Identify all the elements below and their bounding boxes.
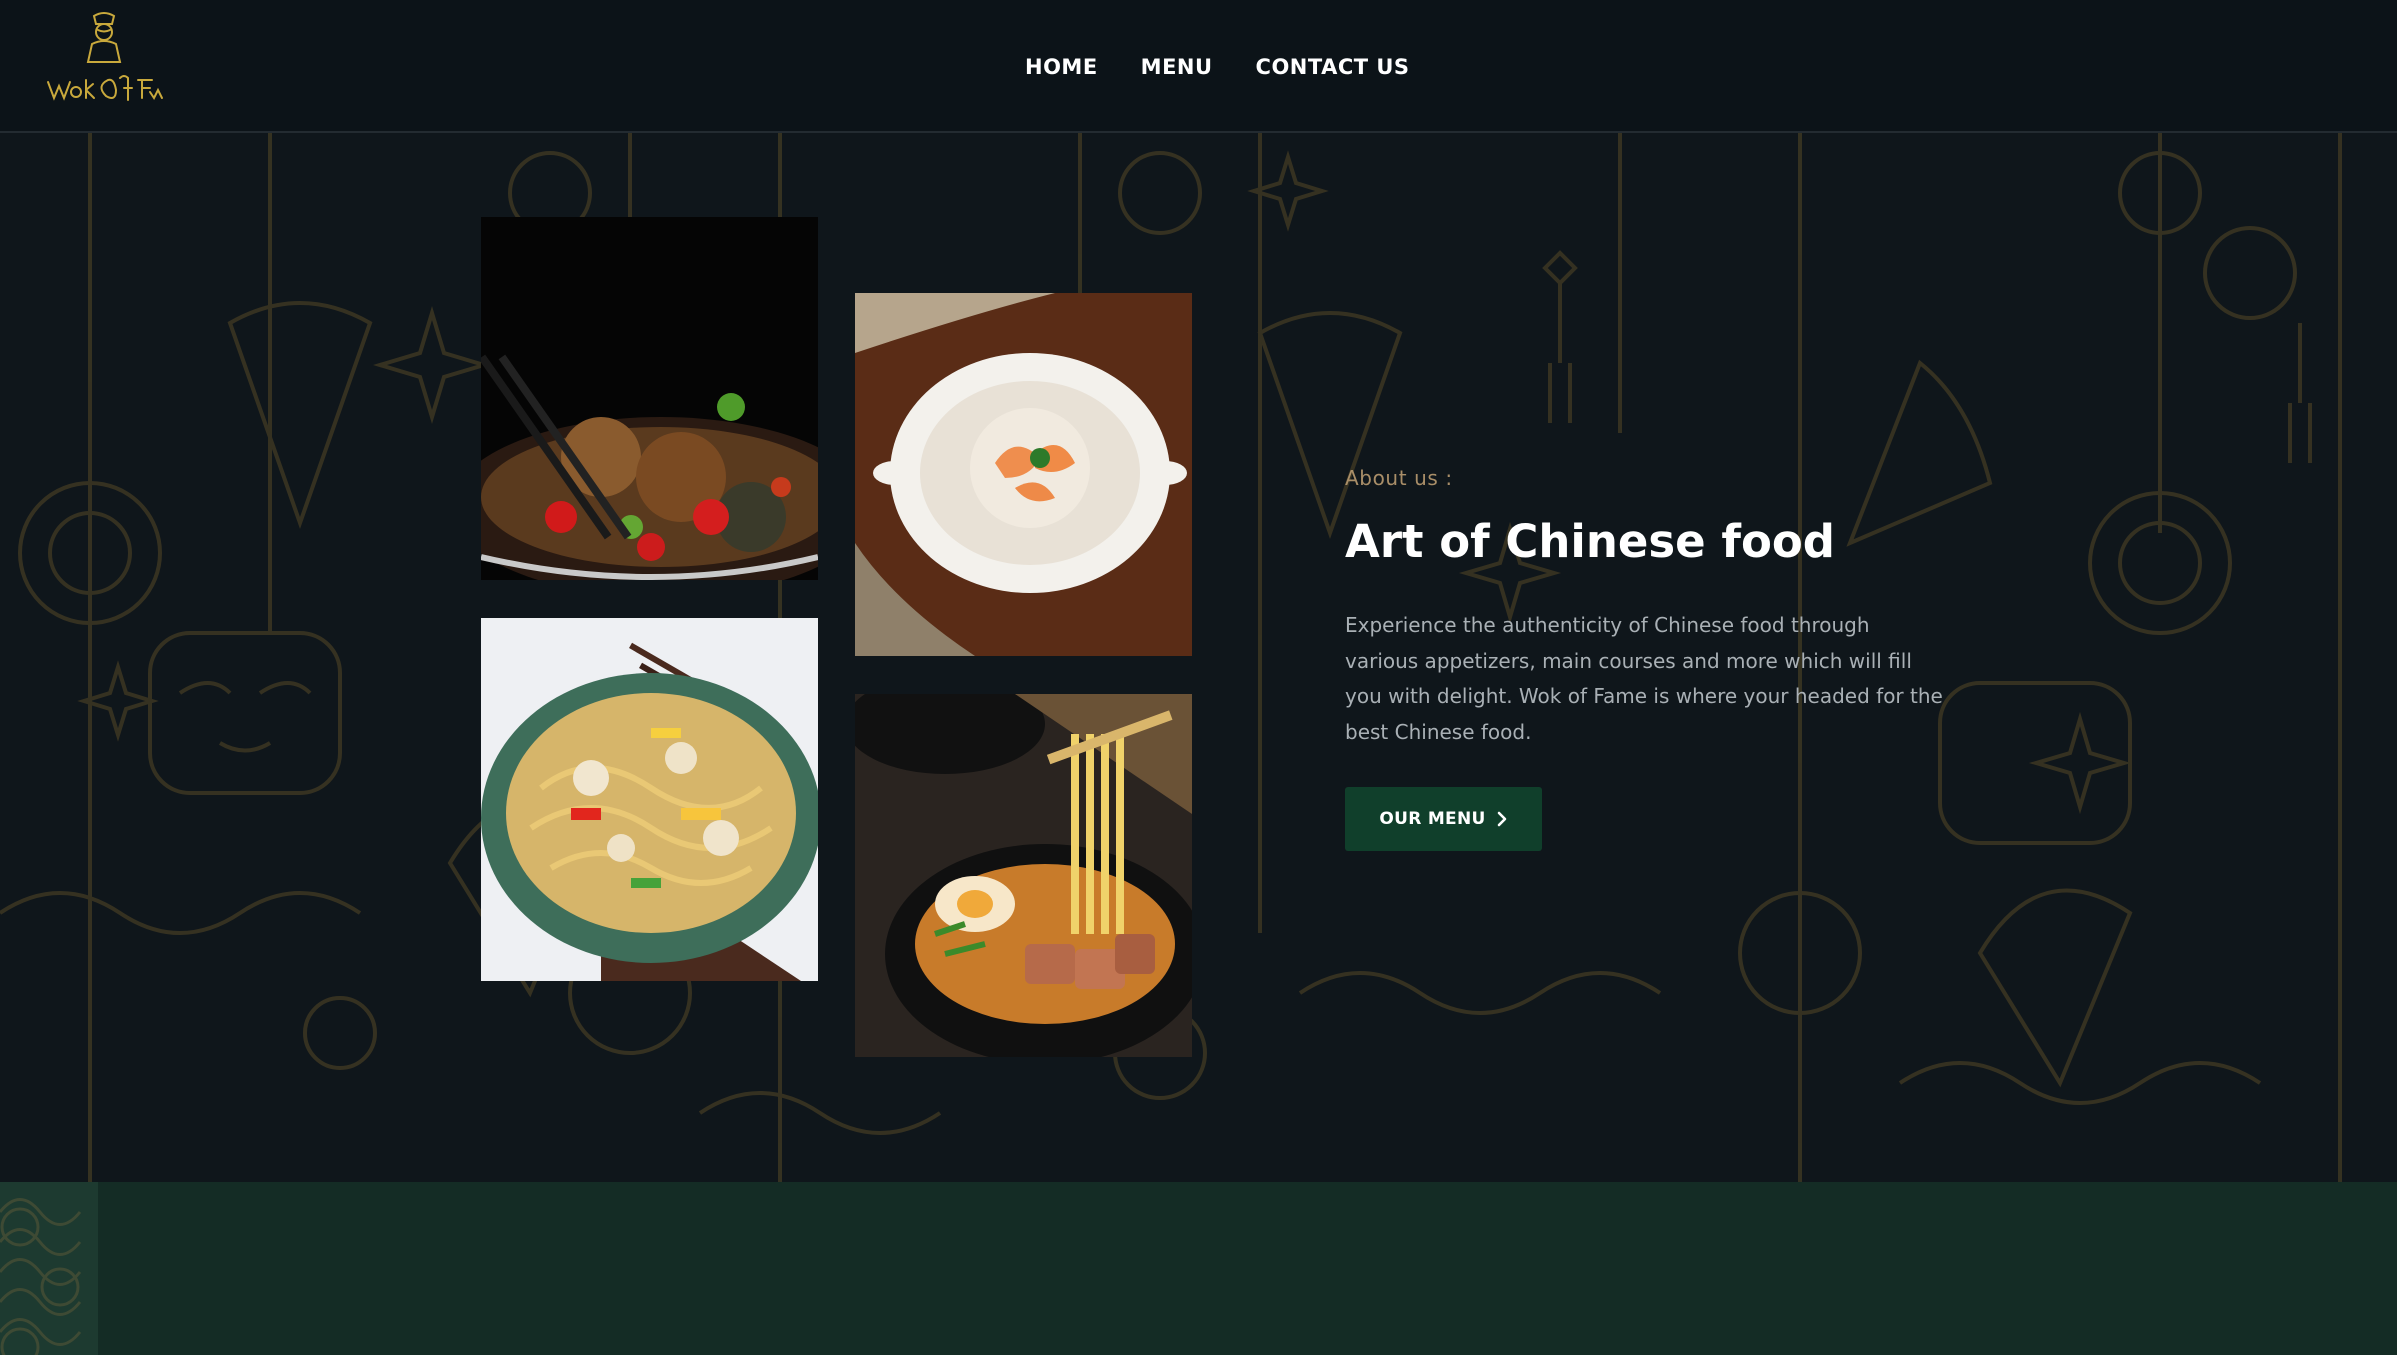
about-description: Experience the authenticity of Chinese f… xyxy=(1345,613,1943,744)
brand-logo[interactable] xyxy=(42,10,168,110)
our-menu-button-label: OUR MENU xyxy=(1379,809,1486,829)
site-header: HOME MENU CONTACT US xyxy=(0,0,2397,133)
our-menu-button[interactable]: OUR MENU xyxy=(1345,787,1542,851)
nav-home[interactable]: HOME xyxy=(1025,50,1098,84)
background-pattern xyxy=(0,133,2342,1182)
chevron-right-icon xyxy=(1497,811,1506,827)
about-kicker: About us : xyxy=(1345,466,1453,490)
about-content: About us : Art of Chinese food Experienc… xyxy=(1345,463,1945,750)
about-title: Art of Chinese food xyxy=(1345,515,1835,568)
wave-pattern-decoration xyxy=(0,1182,98,1355)
next-section xyxy=(0,1182,2397,1355)
shrimp-congee-photo xyxy=(855,293,1192,656)
nav-menu[interactable]: MENU xyxy=(1141,50,1213,84)
main-nav: HOME MENU CONTACT US xyxy=(1025,50,1410,84)
stir-fry-photo xyxy=(481,217,818,580)
about-section: About us : Art of Chinese food Experienc… xyxy=(0,133,2397,1182)
noodles-photo xyxy=(481,618,818,981)
nav-contact-us[interactable]: CONTACT US xyxy=(1256,50,1410,84)
ramen-photo xyxy=(855,694,1192,1057)
